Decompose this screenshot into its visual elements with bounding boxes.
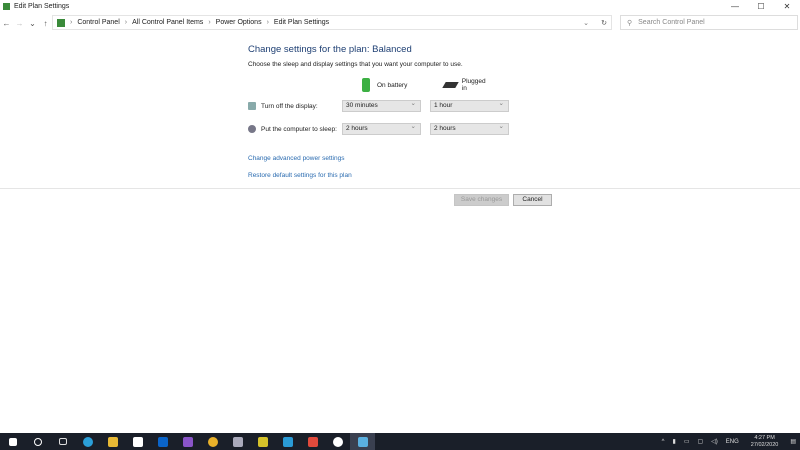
store-taskbar[interactable] [125, 433, 150, 450]
search-placeholder: Search Control Panel [638, 19, 705, 26]
clock-date: 27/02/2020 [750, 441, 779, 448]
start-button[interactable] [0, 433, 25, 450]
page-title: Change settings for the plan: Balanced [248, 44, 412, 55]
settings-taskbar[interactable] [325, 433, 350, 450]
app-taskbar[interactable] [225, 433, 250, 450]
store-icon [132, 436, 143, 447]
explorer-taskbar[interactable] [100, 433, 125, 450]
app4-taskbar[interactable] [300, 433, 325, 450]
cancel-button[interactable]: Cancel [513, 194, 552, 206]
back-button[interactable]: ← [0, 19, 13, 28]
save-button[interactable]: Save changes [454, 194, 509, 206]
cortana-icon [33, 437, 42, 446]
microphone-icon[interactable]: ▮ [673, 438, 676, 445]
cortana-button[interactable] [25, 433, 50, 450]
edge-taskbar[interactable] [75, 433, 100, 450]
advanced-settings-link[interactable]: Change advanced power settings [248, 155, 344, 162]
windows-icon [8, 437, 17, 446]
battery-icon [362, 78, 370, 92]
folder-icon [107, 436, 118, 447]
app3-taskbar[interactable] [275, 433, 300, 450]
control-panel-icon [57, 18, 65, 27]
crumb-control-panel[interactable]: Control Panel [77, 19, 119, 26]
sleep-row: Put the computer to sleep: [248, 125, 337, 133]
up-button[interactable]: ↑ [39, 19, 52, 28]
power-options-icon [3, 3, 10, 10]
task-view-icon [58, 438, 67, 445]
app3-icon [282, 436, 293, 447]
search-icon: ⚲ [627, 19, 633, 27]
app2-taskbar[interactable] [250, 433, 275, 450]
recent-locations-button[interactable]: ⌄ [26, 19, 39, 28]
app2-icon [257, 436, 268, 447]
visual-studio-icon [182, 436, 193, 447]
refresh-button[interactable]: ↻ [601, 19, 607, 27]
display-battery-select[interactable]: 30 minutes [342, 99, 421, 112]
plan-settings: Change settings for the plan: Balanced C… [248, 44, 509, 179]
plug-icon [442, 82, 459, 88]
visual-studio-taskbar[interactable] [175, 433, 200, 450]
language-indicator[interactable]: ENG [726, 439, 739, 445]
display-plugged-select[interactable]: 1 hour [430, 99, 509, 112]
sleep-label: Put the computer to sleep: [261, 125, 337, 133]
display-label: Turn off the display: [261, 102, 318, 110]
plugged-in-header: Plugged in [442, 78, 488, 92]
control-panel-icon [357, 436, 368, 447]
edge-icon [82, 436, 93, 447]
app-icon [232, 436, 243, 447]
chrome-icon [207, 436, 218, 447]
page-subtitle: Choose the sleep and display settings th… [248, 61, 463, 68]
outlook-icon [157, 436, 168, 447]
address-dropdown[interactable]: ⌄ [583, 19, 589, 27]
taskbar: ^ ▮ ▭ ▢ ◁) ENG 4:27 PM 27/02/2020 ▤ [0, 433, 800, 450]
on-battery-header: On battery [362, 78, 407, 92]
close-button[interactable]: ✕ [774, 0, 800, 13]
battery-tray-icon[interactable]: ▭ [684, 438, 690, 445]
chrome-taskbar[interactable] [200, 433, 225, 450]
on-battery-label: On battery [377, 81, 408, 89]
breadcrumb[interactable]: › Control Panel › All Control Panel Items … [52, 15, 612, 30]
display-row: Turn off the display: [248, 102, 318, 110]
app4-icon [307, 436, 318, 447]
task-view-button[interactable] [50, 433, 75, 450]
sleep-icon [248, 125, 256, 133]
sleep-battery-select[interactable]: 2 hours [342, 122, 421, 135]
divider [0, 188, 800, 189]
sleep-plugged-select[interactable]: 2 hours [430, 122, 509, 135]
display-icon [248, 102, 256, 110]
window-title: Edit Plan Settings [14, 3, 70, 10]
maximize-button[interactable]: ☐ [748, 0, 774, 13]
notifications-icon[interactable]: ▤ [790, 438, 796, 445]
forward-button[interactable]: → [13, 19, 26, 28]
outlook-taskbar[interactable] [150, 433, 175, 450]
plugged-in-label: Plugged in [461, 78, 486, 92]
clock[interactable]: 4:27 PM 27/02/2020 [751, 435, 779, 449]
address-bar: ← → ⌄ ↑ › Control Panel › All Control Pane… [0, 15, 800, 31]
restore-defaults-link[interactable]: Restore default settings for this plan [248, 172, 352, 179]
control-panel-taskbar[interactable] [350, 433, 375, 450]
volume-icon[interactable]: ◁) [711, 438, 718, 445]
clock-time: 4:27 PM [754, 434, 775, 441]
crumb-edit-plan[interactable]: Edit Plan Settings [274, 19, 329, 26]
gear-icon [332, 436, 343, 447]
system-tray: ^ ▮ ▭ ▢ ◁) ENG 4:27 PM 27/02/2020 ▤ [658, 433, 800, 450]
crumb-power-options[interactable]: Power Options [216, 19, 262, 26]
title-bar: Edit Plan Settings — ☐ ✕ [0, 0, 800, 13]
network-icon[interactable]: ▢ [697, 438, 703, 445]
search-input[interactable]: ⚲ Search Control Panel [620, 15, 798, 30]
minimize-button[interactable]: — [722, 0, 748, 13]
chevron-up-icon[interactable]: ^ [662, 439, 665, 445]
crumb-all-items[interactable]: All Control Panel Items [132, 19, 203, 26]
